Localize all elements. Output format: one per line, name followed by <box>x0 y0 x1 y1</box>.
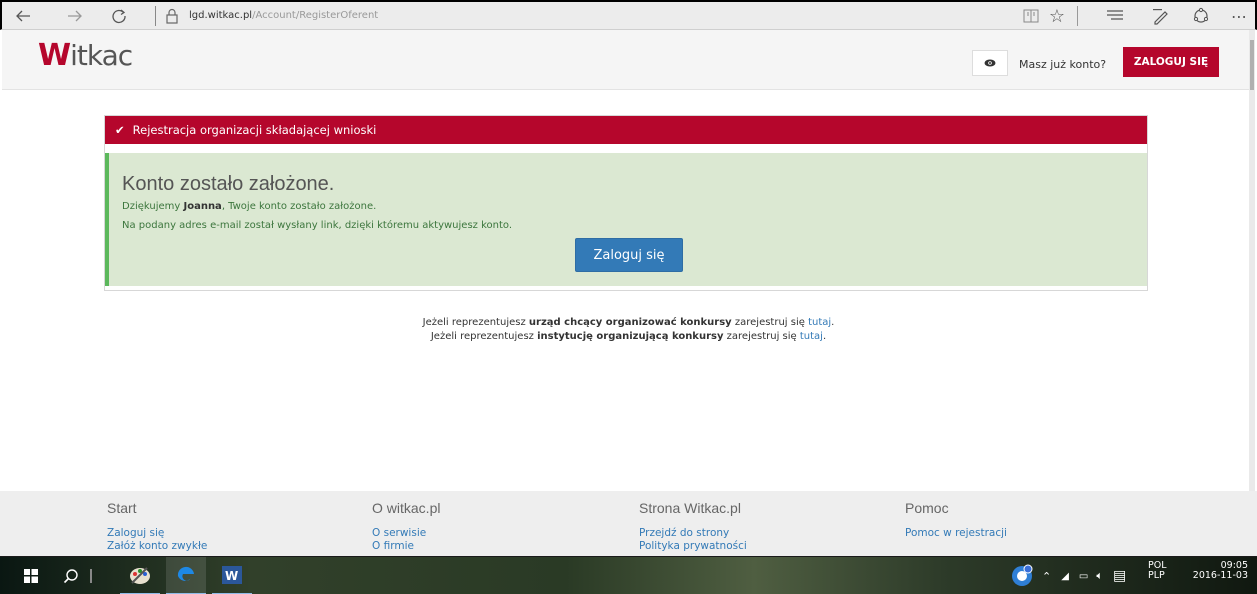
scrollbar-thumb[interactable] <box>1250 40 1254 90</box>
eye-icon <box>984 59 996 67</box>
hub-button[interactable] <box>1102 5 1128 27</box>
info-dot: . <box>831 317 835 328</box>
footer-link-create-account[interactable]: Załóż konto zwykłe <box>107 540 207 553</box>
footer-column-title: Start <box>107 500 137 516</box>
arrow-left-icon <box>16 10 30 22</box>
more-button[interactable]: ⋯ <box>1226 5 1252 27</box>
info-bold: instytucję organizującą konkursy <box>537 331 724 342</box>
footer-link-about-company[interactable]: O firmie <box>372 540 440 553</box>
office-register-info: Jeżeli reprezentujesz urząd chcący organ… <box>0 317 1257 328</box>
toolbar-separator <box>1077 6 1078 26</box>
success-alert: Konto zostało założone. Dziękujemy Joann… <box>105 153 1147 286</box>
taskbar-paint-app[interactable] <box>120 557 160 594</box>
arrow-right-icon <box>68 10 82 22</box>
thanks-suffix: , Twoje konto zostało założone. <box>221 201 377 212</box>
info-prefix: Jeżeli reprezentujesz <box>422 317 529 328</box>
search-button[interactable] <box>56 557 86 594</box>
favorite-button[interactable]: ☆ <box>1045 5 1069 27</box>
address-bar[interactable]: lgd.witkac.pl/Account/RegisterOferent <box>189 10 378 21</box>
institution-register-info: Jeżeli reprezentujesz instytucję organiz… <box>0 331 1257 342</box>
back-button[interactable] <box>10 4 36 28</box>
word-icon: W <box>222 566 242 584</box>
page-scrollbar[interactable] <box>1249 30 1255 550</box>
info-prefix: Jeżeli reprezentujesz <box>430 331 538 342</box>
taskbar-separator <box>90 569 92 583</box>
share-button[interactable] <box>1188 5 1214 27</box>
star-icon: ☆ <box>1048 5 1066 27</box>
show-hidden-icons-icon[interactable]: ⌃ <box>1042 570 1051 583</box>
checkmark-icon: ✔ <box>115 123 125 137</box>
footer-column-title: Pomoc <box>905 500 949 516</box>
input-language[interactable]: POL PLP <box>1148 561 1167 587</box>
thanks-text: Dziękujemy Joanna, Twoje konto zostało z… <box>122 201 376 212</box>
thanks-prefix: Dziękujemy <box>122 201 184 212</box>
refresh-button[interactable] <box>106 4 132 28</box>
site-header: Witkac Masz już konto? ZALOGUJ SIĘ <box>2 30 1255 90</box>
have-account-text: Masz już konto? <box>1019 58 1107 71</box>
footer-column-help: Pomoc Pomoc w rejestracji <box>905 500 1007 540</box>
url-domain: lgd.witkac.pl <box>189 10 253 21</box>
info-suffix: zarejestruj się <box>731 317 809 328</box>
refresh-icon <box>112 9 126 24</box>
volume-icon[interactable]: 🔈︎ <box>1096 569 1103 583</box>
footer-link-privacy[interactable]: Polityka prywatności <box>639 540 747 553</box>
book-icon <box>1023 9 1039 23</box>
url-path: /Account/RegisterOferent <box>252 10 379 21</box>
office-register-link[interactable]: tutaj <box>808 317 831 328</box>
clock-date: 2016-11-03 <box>1192 570 1248 581</box>
logo-initial: W <box>38 38 71 73</box>
footer-link-registration-help[interactable]: Pomoc w rejestracji <box>905 527 1007 540</box>
taskbar-edge-app[interactable] <box>166 557 206 594</box>
windows-logo-icon <box>24 569 38 583</box>
info-dot: . <box>822 331 827 342</box>
action-center-icon[interactable]: ▤ <box>1113 568 1126 584</box>
start-button[interactable] <box>14 557 48 594</box>
search-icon <box>63 569 78 584</box>
clock[interactable]: 09:05 2016-11-03 <box>1192 561 1248 587</box>
wifi-icon[interactable]: ◢ <box>1061 571 1069 582</box>
windows-taskbar: W ⌃ ◢ ▭ 🔈︎ ▤ POL PLP 09:05 2016-11-03 <box>0 556 1257 594</box>
footer-column-about: O witkac.pl O serwisie O firmie <box>372 500 440 553</box>
site-footer: Start Zaloguj się Załóż konto zwykłe O w… <box>0 491 1257 556</box>
svg-text:W: W <box>225 569 238 583</box>
login-button[interactable]: Zaloguj się <box>575 238 683 272</box>
logo-text: itkac <box>70 39 133 72</box>
address-separator <box>155 6 156 26</box>
battery-icon[interactable]: ▭ <box>1079 571 1088 582</box>
footer-column-title: Strona Witkac.pl <box>639 500 741 516</box>
panel-title: Rejestracja organizacji składającej wnio… <box>132 123 377 137</box>
institution-register-link[interactable]: tutaj <box>800 331 823 342</box>
info-bold: urząd chcący organizować konkursy <box>528 317 732 328</box>
ellipsis-icon: ⋯ <box>1231 6 1247 26</box>
keyboard-layout-label: PLP <box>1148 570 1165 581</box>
accessibility-button[interactable] <box>972 50 1008 76</box>
email-info-text: Na podany adres e-mail został wysłany li… <box>122 220 513 231</box>
registration-panel: ✔ Rejestracja organizacji składającej wn… <box>104 115 1148 291</box>
paint-palette-icon <box>130 567 150 584</box>
witkac-logo[interactable]: Witkac <box>38 38 133 73</box>
notification-tray: ⌃ ◢ ▭ 🔈︎ ▤ <box>1010 563 1126 589</box>
reading-view-button[interactable] <box>1020 5 1042 27</box>
user-name: Joanna <box>183 201 222 212</box>
edge-browser-icon <box>177 566 194 581</box>
panel-header: ✔ Rejestracja organizacji składającej wn… <box>105 116 1147 144</box>
footer-link-about-service[interactable]: O serwisie <box>372 527 440 540</box>
header-login-button[interactable]: ZALOGUJ SIĘ <box>1123 47 1219 77</box>
browser-toolbar: lgd.witkac.pl/Account/RegisterOferent ☆ … <box>0 0 1257 30</box>
hub-icon <box>1107 10 1123 20</box>
forward-button[interactable] <box>62 4 88 28</box>
footer-column-title: O witkac.pl <box>372 500 441 516</box>
cortana-help-icon[interactable] <box>1010 564 1034 588</box>
footer-link-login[interactable]: Zaloguj się <box>107 527 207 540</box>
footer-link-go-to-site[interactable]: Przejdź do strony <box>639 527 747 540</box>
web-note-button[interactable] <box>1148 5 1174 27</box>
success-heading: Konto zostało założone. <box>122 173 335 195</box>
info-suffix: zarejestruj się <box>723 331 800 342</box>
lock-icon <box>166 8 178 24</box>
share-icon <box>1193 7 1209 23</box>
footer-column-website: Strona Witkac.pl Przejdź do strony Polit… <box>639 500 747 553</box>
taskbar-word-app[interactable]: W <box>212 557 252 594</box>
footer-column-start: Start Zaloguj się Załóż konto zwykłe <box>107 500 207 553</box>
pen-note-icon <box>1153 9 1168 25</box>
